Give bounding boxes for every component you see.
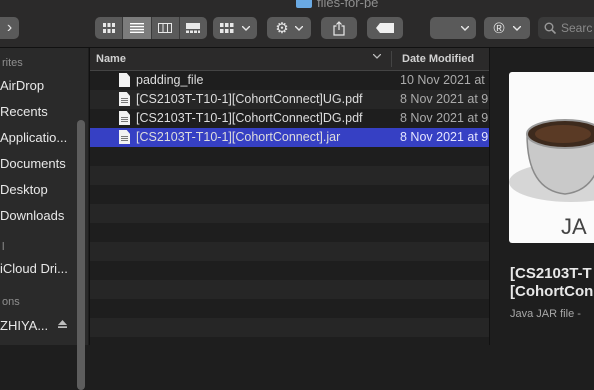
empty-row: [90, 185, 489, 204]
sidebar-item-recents[interactable]: Recents: [0, 104, 48, 119]
table-row[interactable]: padding_file 10 Nov 2021 at 1: [90, 71, 489, 90]
column-view-button[interactable]: [152, 17, 180, 39]
preview-pane: JA [CS2103T-T [CohortCon Java JAR file -: [489, 48, 594, 345]
search-icon: [544, 22, 556, 34]
forward-button[interactable]: ›: [0, 17, 19, 39]
registered-menu-button[interactable]: ®: [484, 17, 530, 39]
share-button[interactable]: [321, 17, 357, 39]
preview-subtitle: Java JAR file -: [510, 308, 581, 320]
jar-icon: [119, 130, 130, 144]
document-icon: [119, 73, 130, 87]
chevron-down-icon: [242, 25, 250, 31]
empty-row: [90, 280, 489, 299]
empty-row: [90, 223, 489, 242]
file-date: 8 Nov 2021 at 9: [400, 111, 489, 125]
sidebar-header-favorites: rites: [2, 57, 23, 69]
grid-icon: [102, 23, 115, 33]
empty-row: [90, 261, 489, 280]
list-header: Name Date Modified: [90, 48, 489, 71]
registered-icon: ®: [493, 19, 505, 37]
file-name: [CS2103T-T10-1][CohortConnect].jar: [136, 130, 341, 144]
list-view-button[interactable]: [123, 17, 152, 39]
sidebar-header-icloud: l: [2, 241, 5, 253]
gear-icon: ⚙: [275, 19, 289, 37]
jar-preview-image: JA: [509, 72, 594, 243]
search-field[interactable]: Searc: [538, 17, 594, 39]
list-icon: [129, 23, 144, 33]
jar-image-label: JA: [561, 214, 587, 239]
file-date: 10 Nov 2021 at 1: [400, 73, 489, 87]
icon-view-button[interactable]: [95, 17, 124, 39]
sidebar-item-downloads[interactable]: Downloads: [0, 208, 64, 223]
empty-row: [90, 318, 489, 337]
search-placeholder: Searc: [561, 21, 593, 35]
file-list: Name Date Modified padding_file 10 Nov 2…: [89, 48, 489, 345]
file-date: 8 Nov 2021 at 9: [400, 130, 489, 144]
name-column-header[interactable]: Name: [96, 53, 126, 65]
sidebar-item-applications[interactable]: Applicatio...: [0, 130, 67, 145]
pdf-icon: [119, 111, 130, 125]
sidebar-header-locations: ons: [2, 296, 20, 308]
sidebar-item-documents[interactable]: Documents: [0, 156, 66, 171]
group-by-grid-icon: [220, 23, 234, 33]
tag-icon: [376, 23, 394, 33]
pdf-icon: [119, 92, 130, 106]
gallery-icon: [186, 23, 201, 33]
file-name: [CS2103T-T10-1][CohortConnect]UG.pdf: [136, 92, 363, 106]
sidebar-item-airdrop[interactable]: AirDrop: [0, 78, 44, 93]
folder-icon: [296, 0, 312, 8]
group-by-button[interactable]: [213, 17, 257, 39]
dropdown-button[interactable]: [430, 17, 476, 39]
file-date: 8 Nov 2021 at 9: [400, 92, 489, 106]
file-name: padding_file: [136, 73, 204, 87]
sidebar-scrollbar[interactable]: [77, 120, 85, 390]
preview-title: [CS2103T-T [CohortCon: [510, 265, 593, 301]
action-menu-button[interactable]: ⚙: [267, 17, 311, 39]
empty-row: [90, 204, 489, 223]
date-column-header[interactable]: Date Modified: [402, 53, 474, 65]
chevron-down-icon: [294, 25, 303, 31]
file-rows: padding_file 10 Nov 2021 at 1 [CS2103T-T…: [90, 71, 489, 337]
gallery-view-button[interactable]: [180, 17, 207, 39]
chevron-right-icon: ›: [6, 19, 13, 36]
table-row[interactable]: [CS2103T-T10-1][CohortConnect]DG.pdf 8 N…: [90, 109, 489, 128]
preview-title-line: [CohortCon: [510, 283, 594, 300]
tags-button[interactable]: [367, 17, 403, 39]
toolbar: › ⚙ ® Searc: [0, 8, 594, 48]
sidebar-item-device[interactable]: ZHIYA...: [0, 318, 48, 333]
java-coffee-cup-icon: JA: [509, 119, 594, 239]
share-icon: [333, 20, 345, 36]
empty-row: [90, 166, 489, 185]
chevron-down-icon: [512, 25, 521, 31]
preview-title-line: [CS2103T-T: [510, 265, 592, 282]
table-row-selected[interactable]: [CS2103T-T10-1][CohortConnect].jar 8 Nov…: [90, 128, 489, 147]
empty-row: [90, 299, 489, 318]
eject-icon[interactable]: [58, 320, 67, 328]
sidebar-item-icloud-drive[interactable]: iCloud Dri...: [0, 261, 68, 276]
columns-icon: [158, 23, 173, 33]
sidebar: rites AirDrop Recents Applicatio... Docu…: [0, 48, 88, 390]
view-mode-control: [95, 17, 207, 39]
column-divider[interactable]: [391, 51, 392, 67]
sidebar-item-desktop[interactable]: Desktop: [0, 182, 48, 197]
sort-chevron-icon: [373, 54, 381, 59]
chevron-down-icon: [461, 25, 469, 31]
file-name: [CS2103T-T10-1][CohortConnect]DG.pdf: [136, 111, 363, 125]
empty-row: [90, 242, 489, 261]
empty-row: [90, 147, 489, 166]
table-row[interactable]: [CS2103T-T10-1][CohortConnect]UG.pdf 8 N…: [90, 90, 489, 109]
